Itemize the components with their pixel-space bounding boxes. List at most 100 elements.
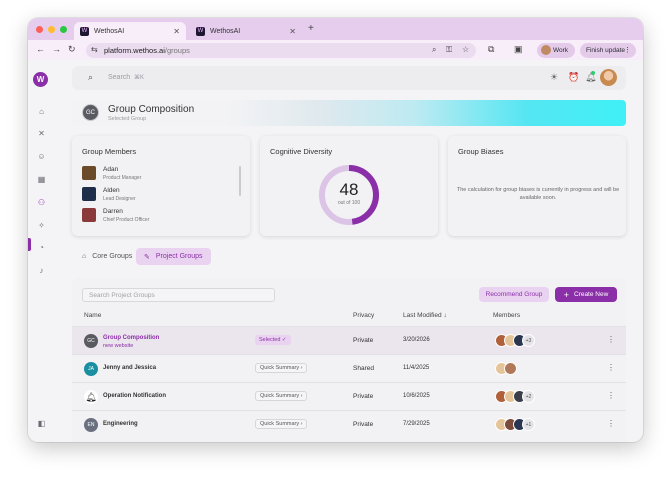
finish-update-label: Finish update [586, 47, 626, 54]
project-groups-panel: Search Project Groups Recommend Group + … [72, 278, 626, 442]
group-name[interactable]: Engineering [103, 421, 138, 427]
member-item[interactable]: Alden Lead Designer [82, 187, 222, 205]
zoom-icon[interactable]: ⌕ [432, 45, 436, 55]
tab-core-groups[interactable]: ⌂ Core Groups [74, 248, 140, 265]
member-role: Product Manager [103, 175, 142, 181]
create-new-label: Create New [573, 291, 609, 298]
member-photo [82, 166, 96, 180]
tools-icon[interactable]: ✕ [36, 128, 47, 139]
browser-tab-2[interactable]: W WethosAI ✕ [190, 22, 302, 40]
table-row[interactable]: 🔔︎ Operation Notification Quick Summary … [72, 382, 626, 410]
last-modified-value: 10/6/2025 [403, 393, 430, 399]
groups-icon[interactable]: ⚇ [36, 197, 47, 208]
app-top-bar: ⌕ Search ⌘K ☀ ⏰ 🔔︎ [72, 66, 626, 90]
tab-title: WethosAI [210, 27, 241, 35]
card-title: Group Biases [458, 147, 504, 156]
app-sidebar: W ⌂ ✕ ☺ ▦ ⚇ ✧ ◔ ♪ ◧ [28, 60, 54, 442]
close-tab-icon[interactable]: ✕ [173, 27, 180, 36]
members-scrollbar[interactable] [239, 166, 241, 196]
member-name: Darren [103, 208, 123, 215]
row-menu-icon[interactable]: ⋮ [607, 419, 615, 428]
tab-project-groups[interactable]: ✎ Project Groups [136, 248, 211, 265]
privacy-value: Private [353, 393, 374, 400]
diversity-score: 48 [339, 180, 359, 199]
url-path: /groups [164, 46, 190, 55]
table-row[interactable]: GC Group Composition new website Selecte… [72, 326, 626, 354]
sun-icon[interactable]: ☀ [550, 72, 558, 83]
forward-arrow-icon[interactable]: → [52, 44, 61, 54]
gauge-icon[interactable]: ◔ [36, 242, 47, 253]
column-header-name[interactable]: Name [84, 312, 101, 319]
lightbulb-icon[interactable]: ✧ [36, 220, 47, 231]
notification-dot [591, 71, 595, 75]
back-arrow-icon[interactable]: ← [36, 44, 45, 54]
url-text: platform.wethos.ai/groups [104, 46, 190, 55]
project-groups-search-input[interactable]: Search Project Groups [82, 288, 275, 302]
selected-badge: Selected ✓ [255, 335, 291, 345]
close-tab-icon[interactable]: ✕ [289, 27, 296, 36]
create-new-button[interactable]: + Create New [555, 287, 617, 302]
wethos-favicon-icon: W [196, 26, 205, 36]
group-name[interactable]: Jenny and Jessica [103, 365, 156, 371]
user-avatar[interactable] [600, 69, 617, 86]
rocket-icon: ✎ [144, 253, 150, 261]
group-avatar: GC [84, 334, 98, 348]
reload-icon[interactable]: ↻ [68, 44, 76, 55]
more-vertical-icon: ⋮ [624, 47, 631, 54]
finish-update-button[interactable]: Finish update ⋮ [580, 43, 636, 58]
tab-label: Core Groups [92, 253, 133, 260]
table-row[interactable]: JA Jenny and Jessica Quick Summary › Sha… [72, 354, 626, 382]
card-title: Cognitive Diversity [270, 147, 333, 156]
zoom-window-button[interactable] [60, 26, 67, 33]
home-icon[interactable]: ⌂ [36, 106, 47, 117]
person-icon[interactable]: ☺ [36, 151, 47, 162]
profile-avatar [541, 45, 551, 55]
privacy-value: Shared [353, 365, 374, 372]
new-tab-button[interactable]: + [308, 23, 314, 34]
bookmark-star-icon[interactable]: ☆ [462, 45, 469, 54]
diversity-max-label: out of 100 [337, 200, 361, 206]
row-menu-icon[interactable]: ⋮ [607, 391, 615, 400]
table-row[interactable]: EN Engineering Quick Summary › Private 7… [72, 410, 626, 438]
collapse-sidebar-icon[interactable]: ◧ [36, 418, 47, 429]
quick-summary-button[interactable]: Quick Summary › [255, 391, 308, 401]
address-bar[interactable]: ⇆ platform.wethos.ai/groups ⌕ ⚿ ☆ [86, 43, 476, 58]
quick-summary-button[interactable]: Quick Summary › [255, 419, 308, 429]
quick-summary-button[interactable]: Quick Summary › [255, 363, 308, 373]
group-name[interactable]: Operation Notification [103, 393, 166, 399]
profile-button[interactable]: Work [537, 43, 575, 58]
member-item[interactable]: Darren Chief Product Officer [82, 208, 222, 226]
url-host: platform.wethos.ai [104, 46, 165, 55]
privacy-value: Private [353, 337, 374, 344]
password-key-icon[interactable]: ⚿ [446, 45, 452, 55]
search-shortcut: ⌘K [134, 75, 145, 81]
last-modified-value: 7/29/2025 [403, 421, 430, 427]
column-header-members[interactable]: Members [493, 312, 520, 319]
row-menu-icon[interactable]: ⋮ [607, 363, 615, 372]
recommend-group-button[interactable]: Recommend Group [479, 287, 549, 302]
member-item[interactable]: Adan Product Manager [82, 166, 222, 184]
group-avatar: EN [84, 418, 98, 432]
alarm-clock-icon[interactable]: ⏰ [568, 72, 579, 83]
bell-avatar-icon: 🔔︎ [84, 390, 98, 404]
close-window-button[interactable] [36, 26, 43, 33]
biases-status-message: The calculation for group biases is curr… [456, 187, 620, 201]
privacy-value: Private [353, 421, 374, 428]
microphone-icon[interactable]: ♪ [36, 265, 47, 276]
calendar-icon[interactable]: ▦ [36, 174, 47, 185]
sidepanel-icon[interactable]: ▣ [514, 44, 523, 55]
site-settings-icon[interactable]: ⇆ [91, 45, 98, 54]
tab-title: WethosAI [94, 27, 125, 35]
browser-tab-1[interactable]: W WethosAI ✕ [74, 22, 186, 40]
global-search-input[interactable]: Search [108, 74, 130, 81]
wethos-logo-icon[interactable]: W [33, 72, 48, 87]
column-header-last-modified[interactable]: Last Modified ↓ [403, 312, 447, 319]
group-avatar: GC [82, 104, 99, 121]
extensions-icon[interactable]: ⧉ [488, 44, 494, 55]
group-avatar: JA [84, 362, 98, 376]
column-header-privacy[interactable]: Privacy [353, 312, 374, 319]
row-menu-icon[interactable]: ⋮ [607, 335, 615, 344]
minimize-window-button[interactable] [48, 26, 55, 33]
search-icon: ⌕ [88, 72, 94, 82]
group-name-link[interactable]: Group Composition [103, 335, 159, 341]
